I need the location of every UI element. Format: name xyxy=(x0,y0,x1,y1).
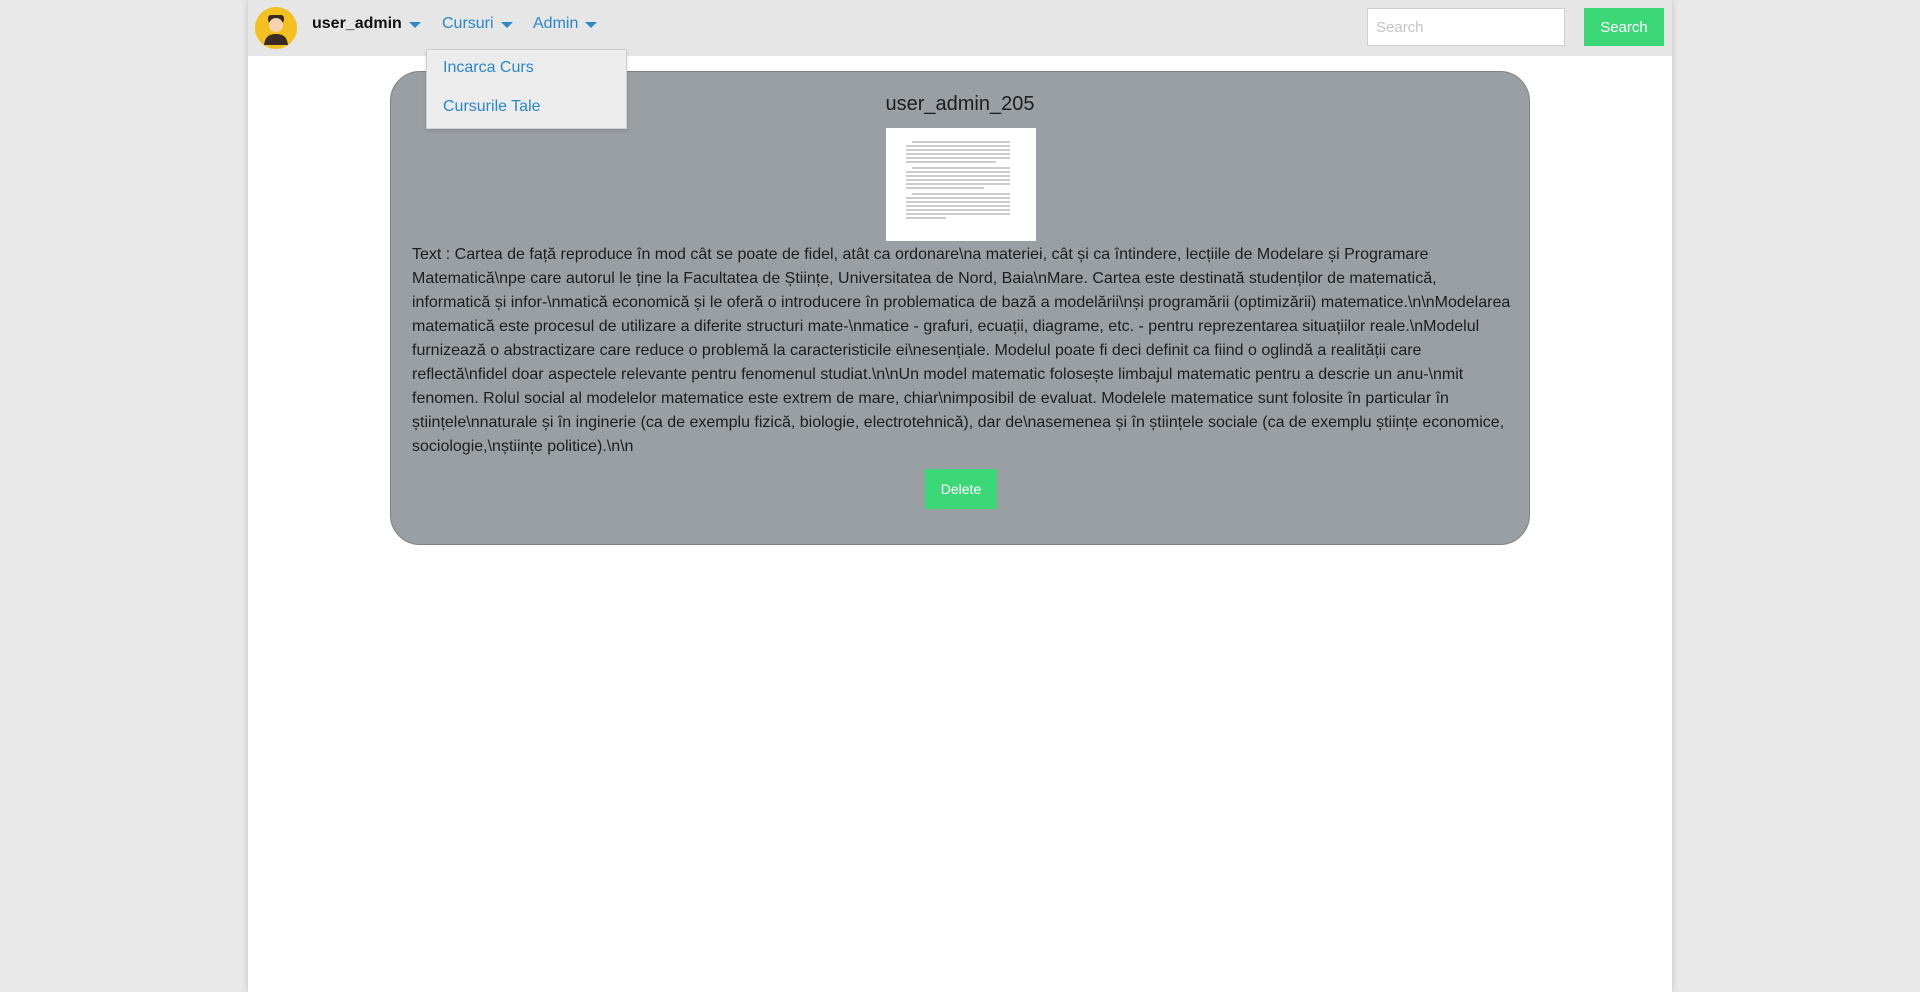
caret-down-icon xyxy=(585,22,598,28)
username-label: user_admin xyxy=(312,15,402,32)
admin-menu[interactable]: Admin xyxy=(533,14,598,34)
caret-down-icon xyxy=(500,22,513,28)
user-menu[interactable]: user_admin xyxy=(312,14,421,34)
cursuri-menu[interactable]: Cursuri xyxy=(442,14,513,34)
search-input[interactable] xyxy=(1367,8,1565,46)
caret-down-icon xyxy=(408,22,421,28)
delete-button[interactable]: Delete xyxy=(925,469,997,509)
cursuri-dropdown: Incarca Curs Cursurile Tale xyxy=(426,49,627,129)
admin-label: Admin xyxy=(533,15,579,32)
document-thumbnail[interactable] xyxy=(886,128,1036,241)
cursuri-label: Cursuri xyxy=(442,15,494,32)
course-card: user_admin_205 Text: Cartea de față rep… xyxy=(390,71,1530,545)
dropdown-item-cursurile-tale[interactable]: Cursurile Tale xyxy=(443,98,541,116)
navbar: user_admin Cursuri Admin Search xyxy=(248,0,1672,56)
dropdown-item-incarca-curs[interactable]: Incarca Curs xyxy=(443,59,534,77)
user-avatar-icon[interactable] xyxy=(255,7,297,49)
course-text: Text : Cartea de față reproduce în mod c… xyxy=(412,246,1511,455)
page-container: user_admin Cursuri Admin Search Incarca … xyxy=(248,0,1672,992)
search-button[interactable]: Search xyxy=(1584,8,1664,46)
